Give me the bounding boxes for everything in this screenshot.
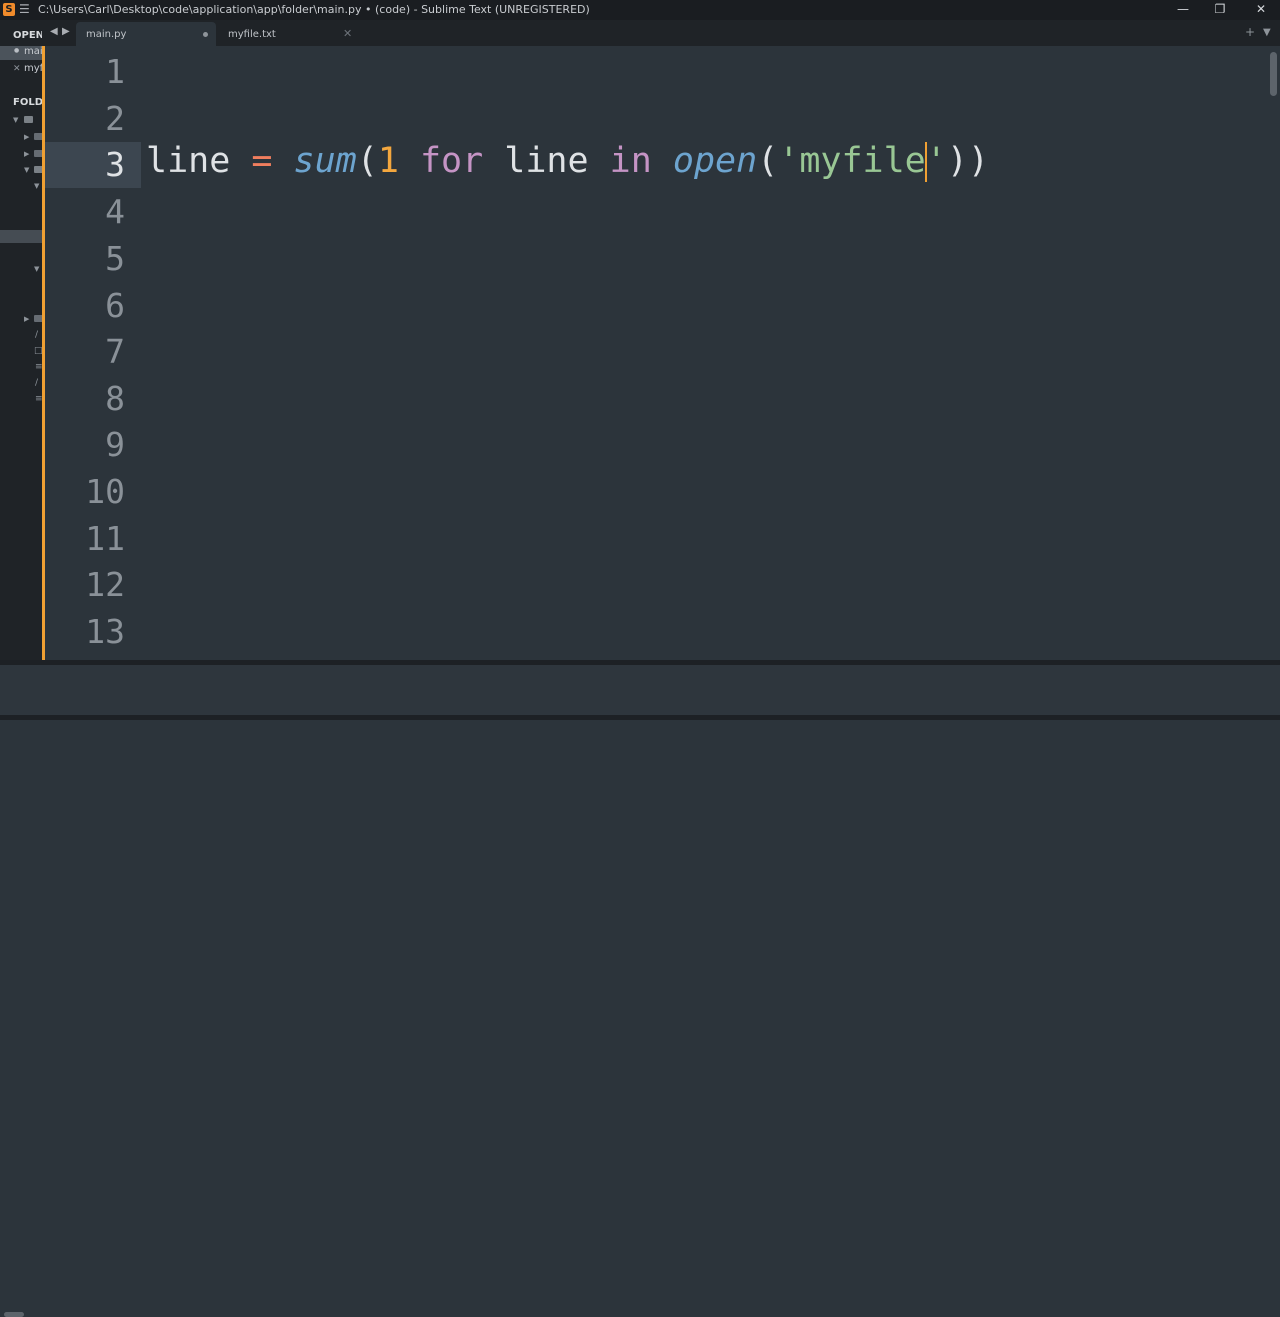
minimize-button[interactable]: — [1173,2,1193,16]
close-file-icon[interactable]: ✕ [13,64,21,74]
code-string: 'myfile [778,141,926,181]
sidebar-open-file-main[interactable]: main [24,46,42,57]
editor-area[interactable]: 1 2 3 4 5 6 7 8 9 10 11 12 13 line = sum… [45,46,1267,660]
line-number: 10 [85,472,125,511]
horizontal-scrollbar[interactable] [4,1312,24,1317]
line-number: 6 [105,286,125,325]
sublime-app-icon: S [3,3,15,16]
code-function: sum [293,141,357,181]
line-number: 8 [105,379,125,418]
maximize-button[interactable]: ❐ [1210,2,1230,16]
file-icon[interactable]: ≡ [35,362,42,372]
collapse-arrow-icon[interactable]: ▶ [24,150,29,158]
code-keyword: in [609,141,652,181]
collapse-arrow-icon[interactable]: ▶ [24,133,29,141]
line-number: 2 [105,99,125,138]
window-title: C:\Users\Carl\Desktop\code\application\a… [38,3,590,16]
line-number-current: 3 [105,145,125,184]
tab-label: main.py [86,29,127,40]
sidebar: OPEN ● main ✕ myfi FOLD ▼ ▶ ▶ ▼ ▼ ▼ ▶ / … [0,20,42,660]
code-function: open [672,141,758,181]
bottom-panel[interactable] [0,665,1280,715]
folder-open-icon[interactable] [24,116,33,123]
code-string-quote: ' [925,141,947,181]
code-operator: = [230,141,294,181]
code-line[interactable]: line = sum(1 for line in open('myfile')) [146,141,989,182]
code-keyword: for [419,141,484,181]
vertical-scrollbar[interactable] [1270,52,1277,96]
close-window-button[interactable]: ✕ [1251,2,1271,16]
sidebar-open-file-myfile[interactable]: myfi [24,63,42,74]
title-bar: S ☰ C:\Users\Carl\Desktop\code\applicati… [0,0,1280,20]
line-number: 9 [105,425,125,464]
tab-menu-icon[interactable]: ▼ [1263,27,1271,38]
tab-label: myfile.txt [228,29,276,40]
folders-header: FOLD [13,97,42,108]
line-number: 12 [85,565,125,604]
tab-nav-left-icon[interactable]: ◀ [50,26,58,37]
file-icon[interactable]: / [35,330,38,340]
tab-bar: ◀ ▶ main.py myfile.txt ✕ + ▼ [42,20,1280,46]
collapse-arrow-icon[interactable]: ▶ [24,315,29,323]
code-paren: ( [356,141,378,181]
file-icon[interactable]: ≡ [35,394,42,404]
code-variable: line [504,141,589,181]
new-tab-icon[interactable]: + [1245,25,1255,39]
line-number: 13 [85,612,125,651]
close-tab-icon[interactable]: ✕ [343,27,352,40]
file-icon[interactable]: □ [34,346,42,356]
line-number: 7 [105,332,125,371]
unsaved-dot-icon[interactable] [203,32,208,37]
tab-main-py[interactable]: main.py [76,22,216,46]
folder-open-icon[interactable] [34,166,42,173]
code-paren: )) [946,141,989,181]
code-number: 1 [377,141,399,181]
expand-arrow-icon[interactable]: ▼ [34,182,39,190]
open-files-header: OPEN [13,30,42,41]
expand-arrow-icon[interactable]: ▼ [13,116,18,124]
line-number: 4 [105,192,125,231]
file-icon[interactable]: / [35,378,38,388]
folder-icon[interactable] [34,315,42,322]
code-paren: ( [757,141,779,181]
dirty-dot-icon[interactable]: ● [14,47,19,54]
tab-nav-right-icon[interactable]: ▶ [62,26,70,37]
folder-icon[interactable] [34,150,42,157]
line-number: 11 [85,519,125,558]
sidebar-selected-file[interactable] [0,230,42,243]
folder-icon[interactable] [34,133,42,140]
code-variable: line [146,141,231,181]
tab-myfile-txt[interactable]: myfile.txt ✕ [218,22,358,46]
line-number: 1 [105,52,125,91]
line-number: 5 [105,239,125,278]
hamburger-menu-icon[interactable]: ☰ [19,2,30,16]
expand-arrow-icon[interactable]: ▼ [24,166,29,174]
status-bar [0,715,1280,720]
expand-arrow-icon[interactable]: ▼ [34,265,39,273]
